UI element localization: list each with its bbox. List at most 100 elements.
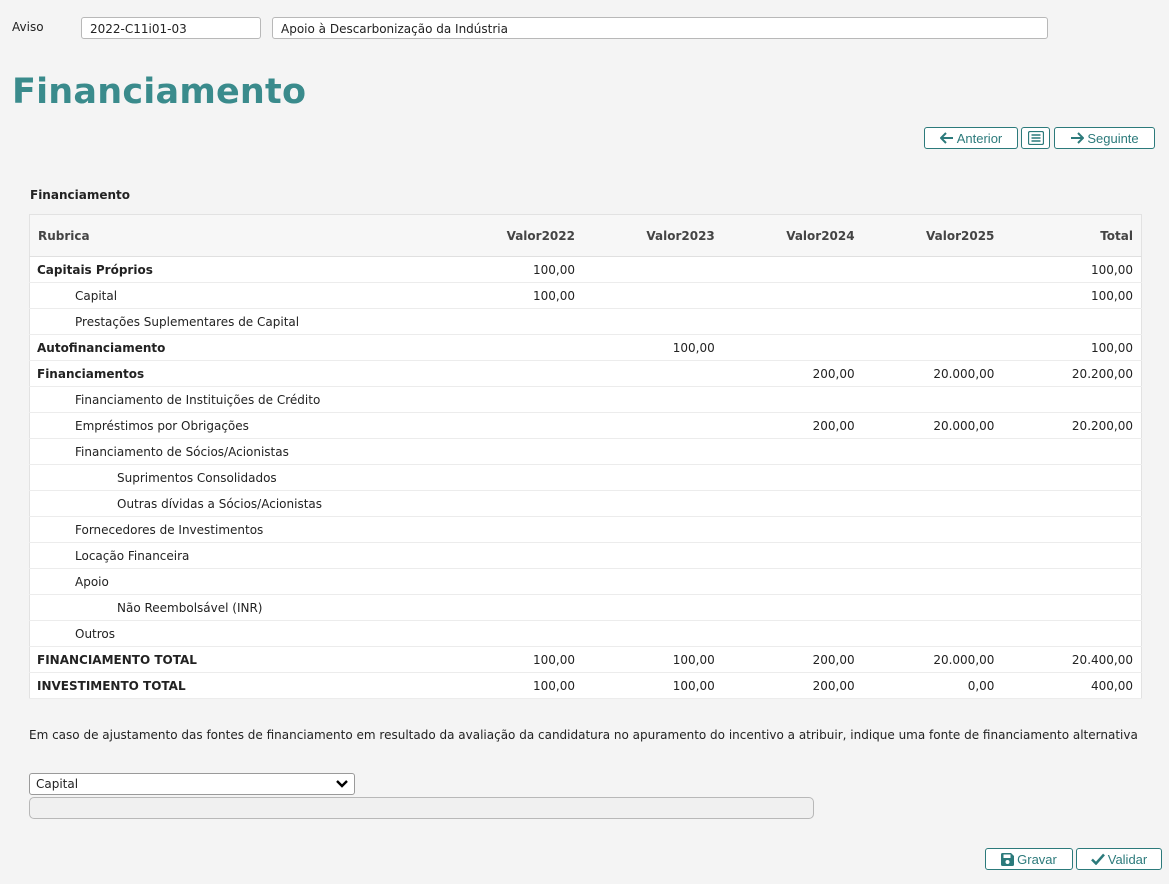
row-label: Empréstimos por Obrigações bbox=[29, 412, 444, 439]
cell-valor2024 bbox=[722, 308, 863, 335]
cell-total: 20.400,00 bbox=[1002, 646, 1142, 673]
cell-total bbox=[1002, 516, 1142, 543]
row-label: INVESTIMENTO TOTAL bbox=[29, 672, 444, 699]
arrow-left-icon bbox=[939, 132, 953, 144]
table-row: Financiamentos 200,00 20.000,00 20.200,00 bbox=[29, 360, 1142, 387]
aviso-label: Aviso bbox=[12, 20, 44, 34]
aviso-code-field[interactable]: 2022-C11i01-03 bbox=[81, 17, 261, 39]
cell-valor2022 bbox=[443, 490, 583, 517]
table-row: Outros bbox=[29, 620, 1142, 647]
cell-valor2023: 100,00 bbox=[582, 646, 723, 673]
cell-valor2025 bbox=[862, 308, 1003, 335]
cell-valor2022: 100,00 bbox=[443, 282, 583, 309]
cell-total: 100,00 bbox=[1002, 334, 1142, 361]
cell-valor2025: 20.000,00 bbox=[862, 646, 1003, 673]
column-header-valor2023: Valor2023 bbox=[582, 214, 723, 257]
cell-valor2023 bbox=[582, 568, 723, 595]
cell-valor2022: 100,00 bbox=[443, 646, 583, 673]
cell-valor2023 bbox=[582, 464, 723, 491]
cell-valor2022 bbox=[443, 360, 583, 387]
save-button-label: Gravar bbox=[1017, 851, 1057, 867]
next-button-label: Seguinte bbox=[1087, 130, 1139, 146]
cell-valor2024 bbox=[722, 542, 863, 569]
cell-valor2023 bbox=[582, 516, 723, 543]
row-label: Capital bbox=[29, 282, 444, 309]
cell-valor2022 bbox=[443, 386, 583, 413]
cell-valor2023 bbox=[582, 490, 723, 517]
cell-valor2024: 200,00 bbox=[722, 672, 863, 699]
cell-valor2025 bbox=[862, 256, 1003, 283]
cell-valor2022: 100,00 bbox=[443, 256, 583, 283]
cell-total bbox=[1002, 438, 1142, 465]
cell-valor2024: 200,00 bbox=[722, 360, 863, 387]
cell-valor2024 bbox=[722, 334, 863, 361]
alternative-source-text-field[interactable] bbox=[29, 797, 814, 819]
row-label: FINANCIAMENTO TOTAL bbox=[29, 646, 444, 673]
cell-valor2023 bbox=[582, 360, 723, 387]
table-body: Capitais Próprios 100,00 100,00 Capital 100,… bbox=[29, 256, 1142, 699]
cell-total bbox=[1002, 568, 1142, 595]
row-label: Apoio bbox=[29, 568, 444, 595]
cell-valor2022 bbox=[443, 516, 583, 543]
alternative-source-note: Em caso de ajustamento das fontes de fin… bbox=[29, 728, 1138, 742]
cell-total bbox=[1002, 620, 1142, 647]
table-row: Capital 100,00 100,00 bbox=[29, 282, 1142, 309]
cell-valor2022 bbox=[443, 542, 583, 569]
cell-valor2023: 100,00 bbox=[582, 672, 723, 699]
cell-valor2023 bbox=[582, 620, 723, 647]
cell-total: 400,00 bbox=[1002, 672, 1142, 699]
cell-valor2024: 200,00 bbox=[722, 412, 863, 439]
cell-total bbox=[1002, 386, 1142, 413]
cell-valor2025 bbox=[862, 334, 1003, 361]
row-label: Fornecedores de Investimentos bbox=[29, 516, 444, 543]
alternative-source-selected: Capital bbox=[36, 777, 79, 791]
next-button[interactable]: Seguinte bbox=[1054, 127, 1155, 149]
cell-valor2022 bbox=[443, 412, 583, 439]
page-title: Financiamento bbox=[12, 72, 307, 112]
row-label: Outras dívidas a Sócios/Acionistas bbox=[29, 490, 444, 517]
row-label: Suprimentos Consolidados bbox=[29, 464, 444, 491]
validate-button-label: Validar bbox=[1107, 851, 1148, 867]
table-row: Empréstimos por Obrigações 200,00 20.000,0… bbox=[29, 412, 1142, 439]
table-row: Financiamento de Sócios/Acionistas bbox=[29, 438, 1142, 465]
row-label: Prestações Suplementares de Capital bbox=[29, 308, 444, 335]
cell-total bbox=[1002, 490, 1142, 517]
cell-valor2023 bbox=[582, 542, 723, 569]
cell-valor2023: 100,00 bbox=[582, 334, 723, 361]
table-row: Autofinanciamento 100,00 100,00 bbox=[29, 334, 1142, 361]
cell-valor2025 bbox=[862, 620, 1003, 647]
cell-valor2022 bbox=[443, 568, 583, 595]
cell-valor2025 bbox=[862, 594, 1003, 621]
cell-total bbox=[1002, 542, 1142, 569]
cell-valor2024 bbox=[722, 568, 863, 595]
row-label: Financiamento de Instituições de Crédito bbox=[29, 386, 444, 413]
table-row: Não Reembolsável (INR) bbox=[29, 594, 1142, 621]
aviso-title-field[interactable]: Apoio à Descarbonização da Indústria bbox=[272, 17, 1048, 39]
table-row: Prestações Suplementares de Capital bbox=[29, 308, 1142, 335]
cell-valor2024 bbox=[722, 594, 863, 621]
row-label: Financiamentos bbox=[29, 360, 444, 387]
previous-button[interactable]: Anterior bbox=[924, 127, 1018, 149]
alternative-source-select[interactable]: Capital bbox=[29, 773, 355, 795]
floppy-disk-icon bbox=[1001, 852, 1015, 866]
table-row: FINANCIAMENTO TOTAL 100,00 100,00 200,00 20.… bbox=[29, 646, 1142, 673]
column-header-valor2024: Valor2024 bbox=[722, 214, 863, 257]
row-label: Não Reembolsável (INR) bbox=[29, 594, 444, 621]
table-row: Outras dívidas a Sócios/Acionistas bbox=[29, 490, 1142, 517]
cell-valor2024 bbox=[722, 256, 863, 283]
cell-valor2022 bbox=[443, 308, 583, 335]
cell-valor2025 bbox=[862, 542, 1003, 569]
previous-button-label: Anterior bbox=[956, 130, 1003, 146]
cell-total bbox=[1002, 464, 1142, 491]
cell-valor2022 bbox=[443, 438, 583, 465]
column-header-valor2025: Valor2025 bbox=[862, 214, 1003, 257]
validate-button[interactable]: Validar bbox=[1076, 848, 1162, 870]
table-row: Locação Financeira bbox=[29, 542, 1142, 569]
row-label: Locação Financeira bbox=[29, 542, 444, 569]
index-button[interactable] bbox=[1021, 127, 1050, 149]
cell-total: 20.200,00 bbox=[1002, 360, 1142, 387]
table-row: Apoio bbox=[29, 568, 1142, 595]
save-button[interactable]: Gravar bbox=[985, 848, 1073, 870]
cell-valor2022 bbox=[443, 464, 583, 491]
column-header-valor2022: Valor2022 bbox=[443, 214, 583, 257]
